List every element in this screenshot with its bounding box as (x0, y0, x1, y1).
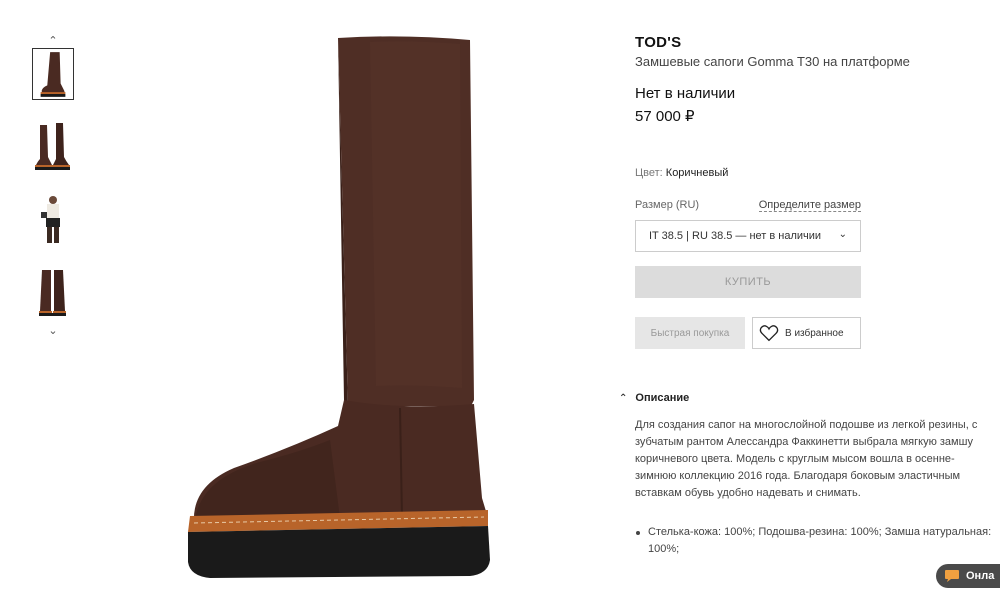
product-info: TOD'S Замшевые сапоги Gomma T30 на платф… (619, 34, 1000, 558)
thumbnail-2[interactable] (32, 121, 74, 173)
product-name: Замшевые сапоги Gomma T30 на платформе (635, 54, 910, 69)
chat-bubble-icon (945, 570, 959, 582)
secondary-actions: Быстрая покупка В избранное (635, 317, 1000, 349)
model-wearing-thumbnail (41, 196, 60, 243)
chevron-down-icon: ⌄ (838, 229, 847, 240)
chat-label: Онла (966, 570, 995, 582)
thumbnail-3[interactable] (32, 194, 74, 246)
description-heading: Описание (635, 392, 690, 404)
favorite-label: В избранное (785, 327, 844, 339)
brand-name[interactable]: TOD'S (635, 34, 1000, 51)
quick-buy-button[interactable]: Быстрая покупка (635, 317, 745, 349)
suede-boot-illustration (188, 36, 490, 578)
color-row: Цвет: Коричневый (635, 167, 1000, 179)
list-item: Стелька-кожа: 100%; Подошва-резина: 100%… (635, 524, 1000, 558)
size-selected-value: IT 38.5 | RU 38.5 — нет в наличии (649, 230, 822, 242)
product-price: 57 000 ₽ (635, 108, 695, 125)
description-text: Для создания сапог на многослойной подош… (635, 419, 978, 499)
size-label: Размер (RU) (635, 199, 700, 211)
heart-icon (759, 325, 779, 342)
boots-front-thumbnail (39, 270, 66, 316)
boot-side-thumbnail (40, 52, 66, 97)
chevron-up-icon: ⌃ (619, 392, 628, 404)
buy-button[interactable]: КУПИТЬ (635, 266, 861, 298)
stock-status: Нет в наличии (635, 85, 736, 102)
thumbnail-gallery: ⌃ ⌄ (30, 34, 76, 338)
chevron-up-icon[interactable]: ⌃ (30, 34, 76, 48)
main-product-image[interactable] (170, 28, 510, 588)
favorite-button[interactable]: В избранное (752, 317, 861, 349)
size-select[interactable]: IT 38.5 | RU 38.5 — нет в наличии ⌄ (635, 220, 861, 252)
online-chat-button[interactable]: Онла (936, 564, 1000, 588)
thumbnail-1[interactable] (32, 48, 74, 100)
size-guide-link[interactable]: Определите размер (758, 199, 861, 212)
description-toggle[interactable]: ⌃ Описание (619, 392, 1000, 404)
color-label: Цвет: (635, 167, 663, 179)
composition-list: Стелька-кожа: 100%; Подошва-резина: 100%… (635, 524, 1000, 558)
color-value: Коричневый (665, 167, 729, 179)
chevron-down-icon[interactable]: ⌄ (30, 324, 76, 338)
size-row: Размер (RU) Определите размер (635, 199, 861, 213)
boots-pair-thumbnail (35, 123, 70, 170)
thumbnail-4[interactable] (32, 267, 74, 319)
